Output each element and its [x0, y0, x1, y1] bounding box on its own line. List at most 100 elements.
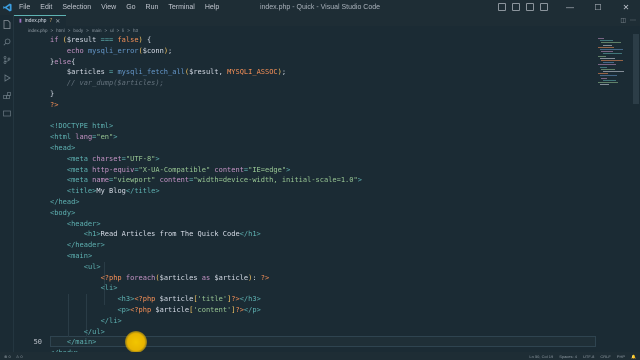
minimap-line: [599, 84, 609, 86]
code-line[interactable]: </head>: [50, 197, 80, 208]
line-ending[interactable]: CRLF: [600, 354, 610, 359]
scrollbar-thumb[interactable]: [633, 34, 639, 104]
breadcrumb-item[interactable]: li: [122, 28, 124, 33]
menu-selection[interactable]: Selection: [57, 0, 96, 15]
code-line[interactable]: }: [50, 89, 54, 100]
minimap[interactable]: [596, 34, 632, 352]
source-control-icon[interactable]: [0, 51, 14, 69]
code-line[interactable]: <title>My Blog</title>: [50, 186, 160, 197]
code-token: }: [50, 90, 55, 98]
customize-layout-icon[interactable]: [540, 3, 548, 11]
breadcrumb-item[interactable]: h3: [133, 28, 138, 33]
menu-view[interactable]: View: [96, 0, 121, 15]
code-token: ;: [281, 68, 287, 77]
menu-edit[interactable]: Edit: [35, 0, 57, 15]
code-token: >: [113, 133, 118, 142]
code-line[interactable]: $articles = mysqli_fetch_all($result, MY…: [50, 67, 286, 78]
menu-terminal[interactable]: Terminal: [163, 0, 199, 15]
code-editor[interactable]: 50 if ($result === false) { echo mysqli_…: [14, 34, 596, 352]
menu-run[interactable]: Run: [141, 0, 164, 15]
code-line[interactable]: ?>: [50, 100, 58, 111]
maximize-button[interactable]: ☐: [584, 0, 612, 15]
run-debug-icon[interactable]: [0, 69, 14, 87]
code-token: "IE=edge": [248, 165, 287, 174]
minimap-line: [602, 62, 614, 64]
code-line[interactable]: if ($result === false) {: [50, 35, 151, 46]
notifications-icon[interactable]: 🔔: [631, 354, 636, 359]
indentation[interactable]: Spaces: 4: [559, 354, 577, 359]
title-bar: File Edit Selection View Go Run Terminal…: [0, 0, 640, 15]
code-line[interactable]: echo mysqli_error($conn);: [50, 46, 172, 57]
code-token: content: [210, 165, 244, 174]
language-mode[interactable]: PHP: [617, 354, 625, 359]
code-token: $article: [214, 273, 249, 282]
breadcrumb-item[interactable]: main: [92, 28, 102, 33]
code-line[interactable]: <li>: [50, 283, 118, 294]
code-line[interactable]: <?php foreach($articles as $article): ?>: [50, 273, 270, 284]
menu-file[interactable]: File: [14, 0, 35, 15]
files-icon[interactable]: [0, 15, 14, 33]
code-line[interactable]: <ul>: [50, 262, 101, 273]
split-editor-icon[interactable]: ◫: [620, 17, 626, 24]
minimap-line: [599, 75, 617, 77]
warnings-indicator[interactable]: ⚠ 0: [16, 354, 23, 359]
cursor-position[interactable]: Ln 50, Col 19: [529, 354, 553, 359]
extensions-icon[interactable]: [0, 87, 14, 105]
breadcrumb-item[interactable]: ul: [110, 28, 114, 33]
code-line[interactable]: </li>: [50, 316, 122, 327]
minimize-button[interactable]: —: [556, 0, 584, 15]
code-line[interactable]: <!DOCTYPE html>: [50, 121, 113, 132]
code-line[interactable]: </header>: [50, 240, 105, 251]
breadcrumb-item[interactable]: html: [56, 28, 65, 33]
editor-actions: ◫ ⋯: [620, 15, 636, 26]
tab-index-php[interactable]: ▮ index.php 7 ✕: [14, 15, 67, 26]
vertical-scrollbar[interactable]: [632, 34, 640, 352]
code-line[interactable]: }else{: [50, 57, 75, 68]
close-button[interactable]: ✕: [612, 0, 640, 15]
toggle-sidebar-icon[interactable]: [498, 3, 506, 11]
code-token: Read Articles from The Quick Code: [100, 230, 240, 239]
code-line[interactable]: <h1>Read Articles from The Quick Code</h…: [50, 229, 261, 240]
code-line[interactable]: <meta charset="UTF-8">: [50, 154, 160, 165]
code-line[interactable]: // var_dump($articles);: [50, 78, 164, 89]
code-line[interactable]: <head>: [50, 143, 75, 154]
code-line[interactable]: <p><?php $article['content']?></p>: [50, 305, 260, 316]
code-line[interactable]: <main>: [50, 251, 92, 262]
code-line[interactable]: </ul>: [50, 327, 105, 338]
breadcrumb-item[interactable]: index.php: [28, 28, 48, 33]
more-actions-icon[interactable]: ⋯: [630, 17, 636, 24]
code-token: ?>: [235, 306, 244, 314]
code-token: >: [100, 241, 105, 250]
toggle-panel-icon[interactable]: [512, 3, 520, 11]
code-line[interactable]: </main>: [50, 337, 97, 348]
minimap-line: [601, 51, 613, 53]
window-controls: — ☐ ✕: [556, 0, 640, 15]
search-icon[interactable]: [0, 33, 14, 51]
minimap-line: [598, 82, 618, 83]
code-token: ;: [168, 46, 173, 55]
errors-indicator[interactable]: ⊗ 0: [4, 354, 11, 359]
status-bar: ⊗ 0 ⚠ 0 Ln 50, Col 19 Spaces: 4 UTF-8 CR…: [0, 352, 640, 360]
code-line[interactable]: <body>: [50, 208, 75, 219]
code-line[interactable]: <html lang="en">: [50, 132, 117, 143]
minimap-line: [601, 77, 607, 79]
breadcrumb-item[interactable]: body: [73, 28, 83, 33]
code-area[interactable]: if ($result === false) { echo mysqli_err…: [50, 34, 596, 352]
encoding[interactable]: UTF-8: [583, 354, 594, 359]
code-token: >: [87, 252, 93, 260]
code-token: >: [155, 187, 160, 196]
code-line[interactable]: <meta http-equiv="X-UA-Compatible" conte…: [50, 165, 290, 176]
menu-help[interactable]: Help: [200, 0, 224, 15]
toggle-secondary-sidebar-icon[interactable]: [526, 3, 534, 11]
code-line[interactable]: <h3><?php $article['title']?></h3>: [50, 294, 260, 305]
remote-icon[interactable]: [0, 105, 14, 123]
code-token: ===: [96, 36, 118, 44]
menu-go[interactable]: Go: [121, 0, 140, 15]
code-line[interactable]: <meta name="viewport" content="width=dev…: [50, 175, 362, 186]
close-tab-icon[interactable]: ✕: [55, 18, 60, 25]
code-line[interactable]: <header>: [50, 219, 101, 230]
code-token: "X-UA-Compatible": [138, 165, 211, 174]
